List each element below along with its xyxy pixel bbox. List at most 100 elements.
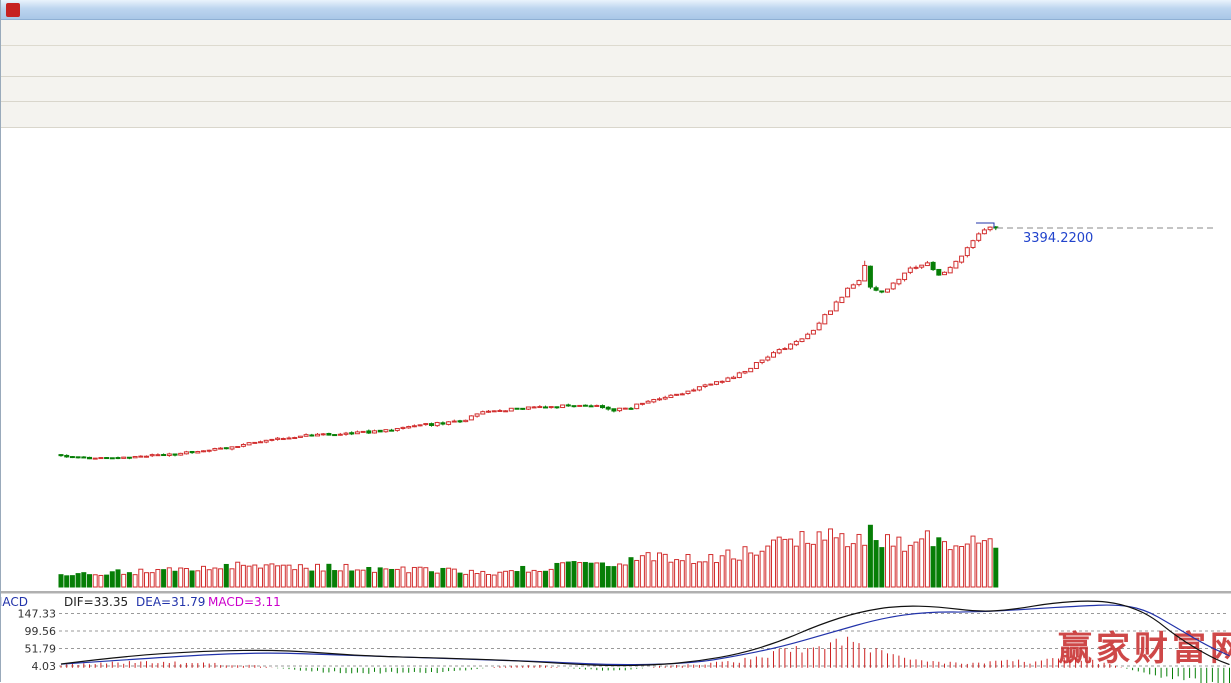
candle-body: [224, 448, 228, 449]
candle-body: [982, 230, 986, 234]
watermark: 赢家财富网: [1058, 629, 1231, 669]
candle-body: [925, 263, 929, 266]
app-icon: [6, 3, 20, 17]
candle-body: [213, 449, 217, 451]
candle-body: [954, 261, 958, 268]
volume-bar: [669, 562, 673, 587]
drawing-toolbar: [1, 102, 1231, 128]
candle-body: [173, 454, 177, 455]
candle-body: [749, 368, 753, 371]
volume-bar: [686, 554, 690, 587]
volume-bar: [99, 575, 103, 587]
volume-bar: [367, 567, 371, 587]
volume-bar: [840, 534, 844, 587]
volume-bar: [783, 539, 787, 587]
chart-region[interactable]: 3394.2200MACDDIF=33.35DEA=31.79MACD=3.11…: [1, 128, 1231, 683]
candle-body: [823, 315, 827, 324]
volume-bar: [173, 571, 177, 587]
feature-toolbar: [1, 46, 1231, 77]
tools-toolbar: [1, 77, 1231, 102]
volume-bar: [994, 548, 998, 587]
volume-bar: [960, 546, 964, 587]
candle-body: [270, 439, 274, 440]
candle-body: [395, 428, 399, 430]
kline-chart[interactable]: 3394.2200MACDDIF=33.35DEA=31.79MACD=3.11…: [1, 128, 1231, 683]
candle-body: [549, 407, 553, 408]
volume-bar: [145, 573, 149, 587]
volume-bar: [823, 540, 827, 587]
candle-body: [640, 403, 644, 404]
candle-body: [70, 457, 74, 458]
volume-bar: [743, 547, 747, 587]
candle-body: [555, 407, 559, 408]
volume-bar: [230, 569, 234, 587]
title-bar: [1, 0, 1231, 20]
volume-bar: [526, 572, 530, 587]
candle-body: [914, 267, 918, 268]
volume-bar: [811, 544, 815, 587]
candle-body: [709, 384, 713, 385]
candle-body: [988, 227, 992, 230]
volume-bar: [59, 575, 63, 587]
candle-body: [435, 422, 439, 425]
candle-body: [783, 349, 787, 350]
candle-body: [76, 457, 80, 458]
volume-bar: [338, 571, 342, 587]
candle-body: [355, 432, 359, 434]
candle-body: [184, 452, 188, 454]
volume-bar: [846, 547, 850, 587]
candle-body: [561, 405, 565, 408]
volume-bar: [857, 534, 861, 587]
candle-body: [612, 409, 616, 411]
volume-bar: [583, 562, 587, 587]
volume-bar: [224, 564, 228, 587]
candle-body: [492, 411, 496, 412]
volume-bar: [196, 571, 200, 587]
volume-bar: [623, 565, 627, 587]
volume-bar: [498, 572, 502, 587]
volume-bar: [452, 569, 456, 587]
candle-body: [367, 431, 371, 433]
volume-bar: [430, 572, 434, 587]
candle-body: [65, 455, 69, 456]
candle-body: [116, 458, 120, 459]
candle-body: [264, 440, 268, 442]
candle-body: [521, 408, 525, 409]
volume-bar: [760, 551, 764, 587]
candle-body: [338, 434, 342, 435]
volume-bar: [595, 563, 599, 587]
volume-bar: [766, 546, 770, 587]
volume-bar: [70, 576, 74, 587]
volume-bar: [829, 529, 833, 587]
volume-bar: [298, 565, 302, 587]
candle-body: [629, 408, 633, 409]
candle-body: [732, 377, 736, 378]
candle-body: [207, 450, 211, 451]
candle-body: [150, 455, 154, 456]
volume-bar: [982, 541, 986, 587]
candle-body: [93, 458, 97, 459]
macd-separator: [1, 591, 1231, 594]
volume-bar: [241, 565, 245, 587]
candle-body: [977, 234, 981, 240]
candle-body: [236, 447, 240, 448]
candle-body: [321, 434, 325, 435]
volume-bar: [646, 553, 650, 587]
volume-bar: [93, 575, 97, 587]
volume-bar: [965, 544, 969, 587]
candle-body: [441, 423, 445, 424]
candle-body: [190, 451, 194, 452]
volume-bar: [920, 539, 924, 587]
volume-bar: [863, 545, 867, 587]
candle-body: [817, 323, 821, 330]
volume-bar: [281, 565, 285, 587]
volume-bar: [270, 564, 274, 587]
volume-bar: [629, 558, 633, 587]
candle-body: [800, 339, 804, 342]
volume-bar: [401, 567, 405, 587]
candle-body: [259, 442, 263, 443]
volume-bar: [333, 571, 337, 587]
volume-bar: [640, 556, 644, 587]
candle-body: [287, 438, 291, 439]
candle-body: [834, 302, 838, 311]
